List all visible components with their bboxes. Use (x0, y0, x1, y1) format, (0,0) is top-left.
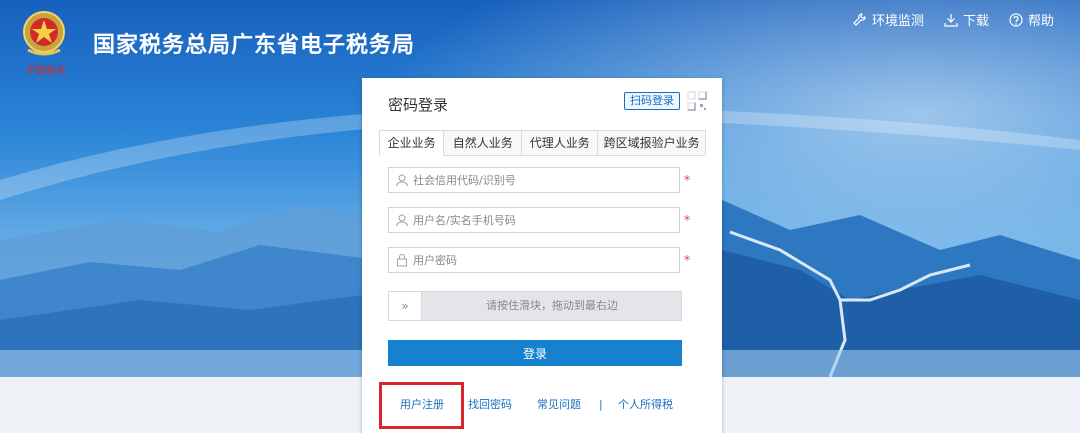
register-highlight-box (379, 382, 464, 429)
personal-income-tax-link[interactable]: 个人所得税 (618, 396, 673, 412)
svg-text:中国税务: 中国税务 (26, 64, 66, 76)
required-mark: * (684, 253, 690, 267)
credit-code-field (388, 167, 680, 193)
username-field (388, 207, 680, 233)
recover-password-link[interactable]: 找回密码 (468, 396, 512, 412)
nav-env-check[interactable]: 环境监测 (853, 10, 924, 29)
password-field (388, 247, 680, 273)
nav-download-label: 下载 (962, 14, 989, 29)
user-icon (396, 214, 408, 227)
login-title: 密码登录 (388, 96, 449, 114)
faq-link[interactable]: 常见问题 (537, 396, 581, 412)
slider-hint: 请按住滑块，拖动到最右边 (486, 299, 618, 312)
help-icon (1009, 12, 1023, 27)
link-separator: | (599, 397, 603, 411)
tab-individual[interactable]: 自然人业务 (443, 130, 523, 155)
tax-bureau-emblem-icon: 中国税务 (22, 10, 84, 77)
required-mark: * (684, 213, 690, 227)
nav-download[interactable]: 下载 (944, 10, 989, 29)
password-input[interactable] (413, 250, 663, 270)
tab-agent[interactable]: 代理人业务 (521, 130, 599, 155)
site-title: 国家税务总局广东省电子税务局 (93, 33, 416, 58)
user-icon (396, 174, 408, 187)
slider-captcha: » 请按住滑块，拖动到最右边 (388, 291, 682, 321)
slider-handle[interactable]: » (389, 292, 422, 320)
wrench-icon (853, 12, 866, 26)
top-nav: 环境监测 下载 帮助 (853, 10, 1054, 29)
tab-enterprise[interactable]: 企业业务 (379, 130, 445, 156)
qr-login-switch[interactable]: 扫码登录 (624, 92, 680, 110)
nav-env-check-label: 环境监测 (871, 14, 924, 29)
login-card: 密码登录 扫码登录 企业业务 自然人业务 代理人业务 跨区域报验户业务 * * (362, 78, 722, 433)
username-input[interactable] (413, 210, 663, 230)
login-button[interactable]: 登录 (388, 340, 682, 366)
tab-cross-region[interactable]: 跨区域报验户业务 (597, 130, 706, 155)
business-tabs: 企业业务 自然人业务 代理人业务 跨区域报验户业务 (379, 130, 706, 156)
credit-code-input[interactable] (413, 170, 663, 190)
nav-help-label: 帮助 (1027, 14, 1054, 29)
qr-code-icon[interactable] (686, 90, 708, 112)
lock-icon (397, 254, 407, 267)
download-icon (944, 13, 958, 27)
nav-help[interactable]: 帮助 (1009, 10, 1054, 29)
required-mark: * (684, 173, 690, 187)
